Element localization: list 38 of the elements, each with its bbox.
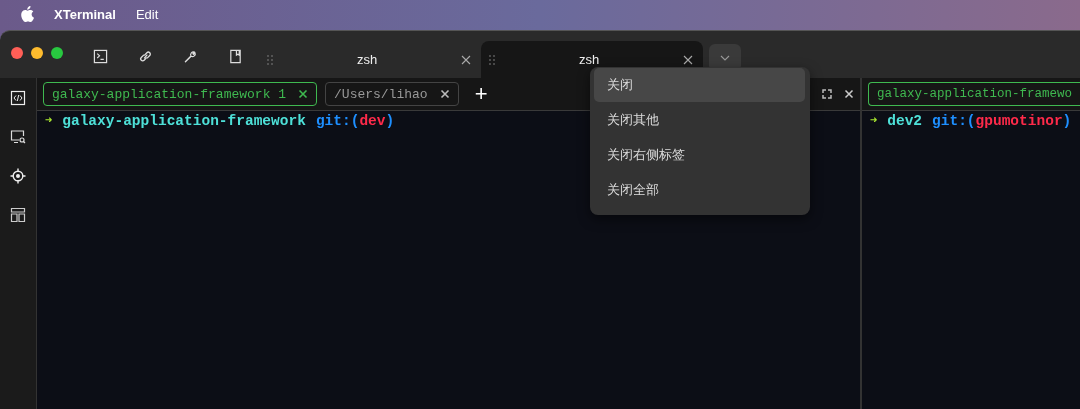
crosshair-icon[interactable] bbox=[10, 168, 26, 184]
add-tab-button[interactable]: + bbox=[474, 83, 488, 105]
menu-item[interactable]: 关闭右侧标签 bbox=[594, 138, 805, 172]
session-tab[interactable]: /Users/lihao bbox=[325, 82, 459, 106]
layout-icon[interactable] bbox=[10, 207, 26, 223]
prompt-arrow: ➜ bbox=[870, 113, 878, 129]
apple-logo-icon[interactable] bbox=[20, 6, 34, 22]
code-icon[interactable] bbox=[10, 90, 26, 106]
close-window-icon[interactable] bbox=[11, 47, 23, 59]
terminal-icon[interactable] bbox=[93, 49, 108, 64]
directory-name: dev2 bbox=[887, 113, 923, 129]
menu-item[interactable]: Edit bbox=[135, 6, 159, 22]
tab[interactable]: zsh bbox=[259, 41, 481, 78]
menu-item[interactable]: 关闭全部 bbox=[594, 173, 805, 207]
close-icon[interactable] bbox=[844, 89, 854, 99]
git-branch: git:(dev) bbox=[315, 113, 395, 129]
zoom-window-icon[interactable] bbox=[51, 47, 63, 59]
drag-handle-icon[interactable] bbox=[267, 54, 273, 65]
menu-item[interactable]: 关闭 bbox=[594, 68, 805, 102]
app-name[interactable]: XTerminal bbox=[54, 6, 116, 22]
link-icon[interactable] bbox=[138, 49, 153, 64]
close-icon[interactable] bbox=[298, 89, 309, 99]
maximize-icon[interactable] bbox=[822, 89, 832, 99]
prompt-arrow: ➜ bbox=[45, 113, 53, 129]
chevron-down-icon bbox=[720, 55, 730, 61]
git-branch: git:(gpumotinor) bbox=[932, 113, 1072, 129]
minimize-window-icon[interactable] bbox=[31, 47, 43, 59]
session-tab[interactable]: galaxy-application-framewo bbox=[868, 82, 1080, 106]
terminal-area[interactable]: ➜ dev2 git:(gpumotinor) bbox=[862, 111, 1080, 409]
close-icon[interactable] bbox=[439, 89, 450, 99]
monitor-search-icon[interactable] bbox=[10, 129, 26, 145]
session-tab[interactable]: galaxy-application-framework 1 bbox=[43, 82, 318, 106]
bookmark-icon[interactable] bbox=[228, 49, 243, 64]
drag-handle-icon[interactable] bbox=[489, 54, 495, 65]
close-icon[interactable] bbox=[461, 54, 471, 65]
close-icon[interactable] bbox=[683, 54, 693, 65]
directory-name: galaxy-application-framework bbox=[62, 113, 306, 129]
wrench-icon[interactable] bbox=[183, 49, 198, 64]
